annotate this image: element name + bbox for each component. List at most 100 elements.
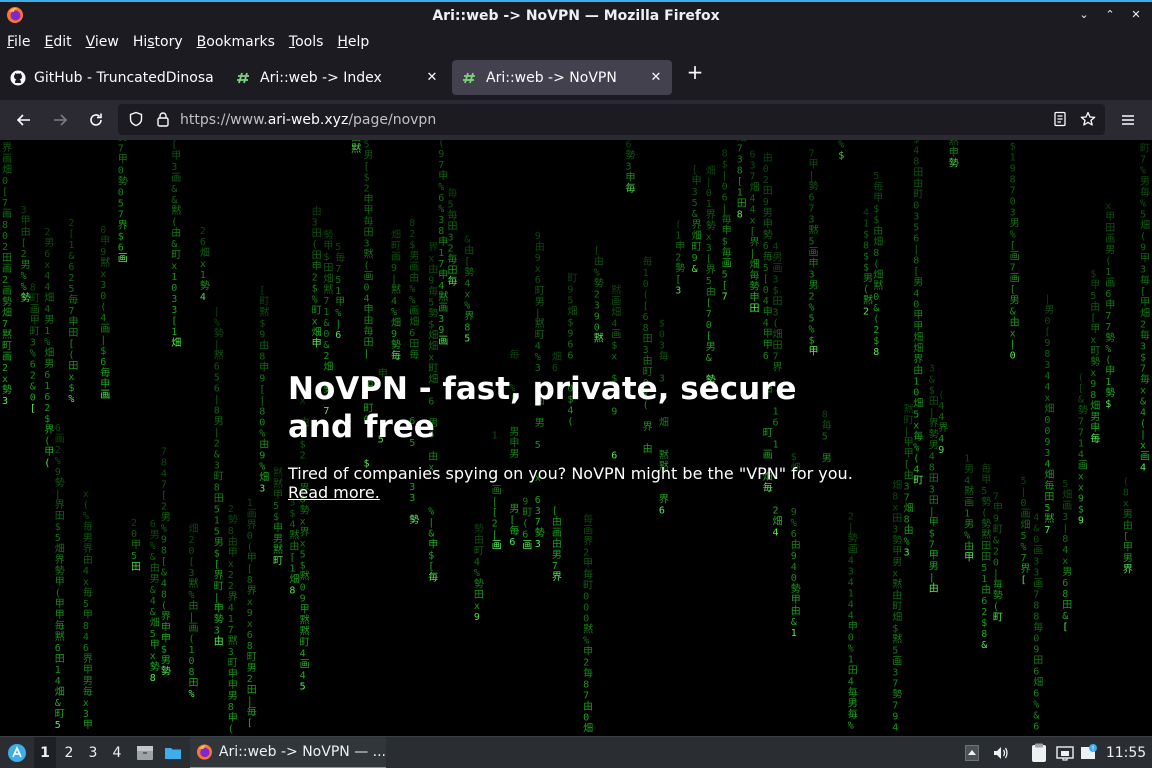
back-button[interactable] <box>12 108 36 132</box>
menu-view[interactable]: View <box>86 34 119 50</box>
rain-glyph: 毎 <box>913 429 923 442</box>
rain-glyph: 4 <box>750 194 756 205</box>
network-button[interactable] <box>1054 737 1076 768</box>
rain-glyph: 1 <box>189 645 195 656</box>
rain-glyph: 4 <box>55 676 61 687</box>
rain-glyph: | <box>492 529 498 540</box>
rain-glyph: $ <box>364 173 370 184</box>
lock-icon[interactable] <box>155 111 171 127</box>
tab-ari-web-index[interactable]: Ari::web -> Index ✕ <box>226 60 448 95</box>
taskbar-task-firefox[interactable]: Ari::web -> NoVPN — ... <box>190 737 386 768</box>
rain-glyph: x <box>100 269 106 280</box>
rain-glyph: 勢 <box>626 148 636 161</box>
rain-glyph: 3 <box>1033 557 1039 568</box>
rain-glyph: 町 <box>1090 346 1100 357</box>
rain-glyph: 1 <box>964 509 970 520</box>
minimize-button[interactable]: ⌄ <box>1078 8 1090 21</box>
rain-glyph: 5 <box>118 199 124 210</box>
rain-glyph: | <box>722 171 728 182</box>
menu-edit[interactable]: Edit <box>44 34 71 50</box>
read-more-link[interactable]: Read more. <box>288 483 380 502</box>
rain-glyph: 7 <box>2 198 8 209</box>
rain-glyph: 男 <box>1123 509 1133 521</box>
rain-glyph: 畑 <box>1062 488 1072 501</box>
digital-clock[interactable]: 11:55 <box>1100 737 1152 768</box>
rain-glyph: x <box>428 353 434 364</box>
rain-glyph: 町 <box>583 581 593 592</box>
menu-tools[interactable]: Tools <box>289 34 324 50</box>
rain-glyph: 5 <box>913 222 919 233</box>
folder-launcher[interactable] <box>162 737 184 768</box>
rain-glyph: 2 <box>55 445 61 456</box>
rain-glyph: 7 <box>535 517 541 528</box>
rain-glyph: [ <box>1140 287 1146 298</box>
rain-glyph: 1 <box>848 655 854 666</box>
rain-glyph: & <box>171 184 177 195</box>
rain-glyph: 界 <box>161 610 171 622</box>
rain-glyph: 黙 <box>583 624 593 636</box>
menu-help[interactable]: Help <box>337 34 369 50</box>
rain-glyph: 1 <box>981 574 987 585</box>
file-manager-launcher[interactable] <box>134 737 156 768</box>
rain-glyph: 6 <box>214 384 220 395</box>
rain-glyph: 申 <box>763 305 773 318</box>
desktop-2-button[interactable]: 2 <box>58 737 80 768</box>
menu-file[interactable]: File <box>7 34 30 50</box>
menu-history[interactable]: History <box>133 34 183 50</box>
desktop-1-button[interactable]: 1 <box>34 737 56 768</box>
rain-glyph: x <box>68 372 74 383</box>
rain-glyph: 界 <box>247 519 257 531</box>
rain-glyph: 1 <box>848 589 854 600</box>
system-tray-expand-button[interactable] <box>962 737 982 768</box>
rain-glyph: 界 <box>1123 564 1133 576</box>
bookmark-star-icon[interactable] <box>1080 111 1096 127</box>
reader-view-icon[interactable] <box>1052 111 1068 127</box>
maximize-button[interactable]: ⌃ <box>1104 8 1116 21</box>
volume-button[interactable] <box>990 737 1012 768</box>
reload-button[interactable] <box>84 108 108 132</box>
rain-glyph: $ <box>55 522 61 533</box>
desktop-4-button[interactable]: 4 <box>106 737 128 768</box>
url-bar[interactable]: https://www.ari-web.xyz/page/novpn <box>118 104 1105 135</box>
tab-github[interactable]: GitHub - TruncatedDinosa <box>0 60 224 95</box>
url-text[interactable]: https://www.ari-web.xyz/page/novpn <box>180 112 436 128</box>
shield-icon[interactable] <box>128 111 144 127</box>
rain-glyph: 4 <box>300 671 306 682</box>
menu-bookmarks[interactable]: Bookmarks <box>197 34 275 50</box>
rain-glyph: 毎 <box>1140 373 1150 386</box>
rain-glyph: 黙 <box>873 280 883 292</box>
tab-ari-web-novpn[interactable]: Ari::web -> NoVPN ✕ <box>452 60 672 95</box>
rain-glyph: 6 <box>626 140 632 150</box>
desktop-3-button[interactable]: 3 <box>82 737 104 768</box>
notifications-button[interactable]: ! <box>1078 737 1100 768</box>
rain-glyph: 5 <box>809 313 815 324</box>
rain-glyph: 黙 <box>892 579 902 591</box>
rain-glyph: 0 <box>259 418 265 429</box>
close-tab-icon[interactable]: ✕ <box>422 70 442 85</box>
forward-button[interactable] <box>48 108 72 132</box>
rain-glyph: 黙 <box>214 350 224 362</box>
rain-glyph: 甲 <box>981 475 991 486</box>
rain-glyph: 9 <box>1044 437 1050 448</box>
rain-glyph: % <box>189 590 195 601</box>
rain-glyph: 黙 <box>171 205 181 217</box>
close-window-button[interactable]: ✕ <box>1130 8 1142 21</box>
rain-glyph: 3 <box>1140 265 1146 276</box>
close-tab-icon[interactable]: ✕ <box>646 70 666 85</box>
clipboard-button[interactable] <box>1028 737 1050 768</box>
rain-glyph: 由 <box>873 224 883 237</box>
rain-glyph: 畑 <box>1090 399 1100 412</box>
rain-glyph: 6 <box>809 192 815 203</box>
rain-glyph: 畑 <box>1140 307 1150 320</box>
rain-glyph: 毎 <box>981 462 991 475</box>
new-tab-button[interactable]: + <box>684 62 706 84</box>
rain-glyph: ( <box>675 219 681 230</box>
rain-glyph: $ <box>259 319 265 330</box>
rain-glyph: $ <box>428 551 434 562</box>
application-launcher-button[interactable] <box>4 737 30 768</box>
rain-glyph: % <box>838 140 844 150</box>
rain-glyph: 申 <box>1090 421 1100 434</box>
app-menu-button[interactable] <box>1116 108 1140 132</box>
rain-glyph: 6 <box>763 351 769 362</box>
rain-glyph: 田 <box>247 685 257 696</box>
